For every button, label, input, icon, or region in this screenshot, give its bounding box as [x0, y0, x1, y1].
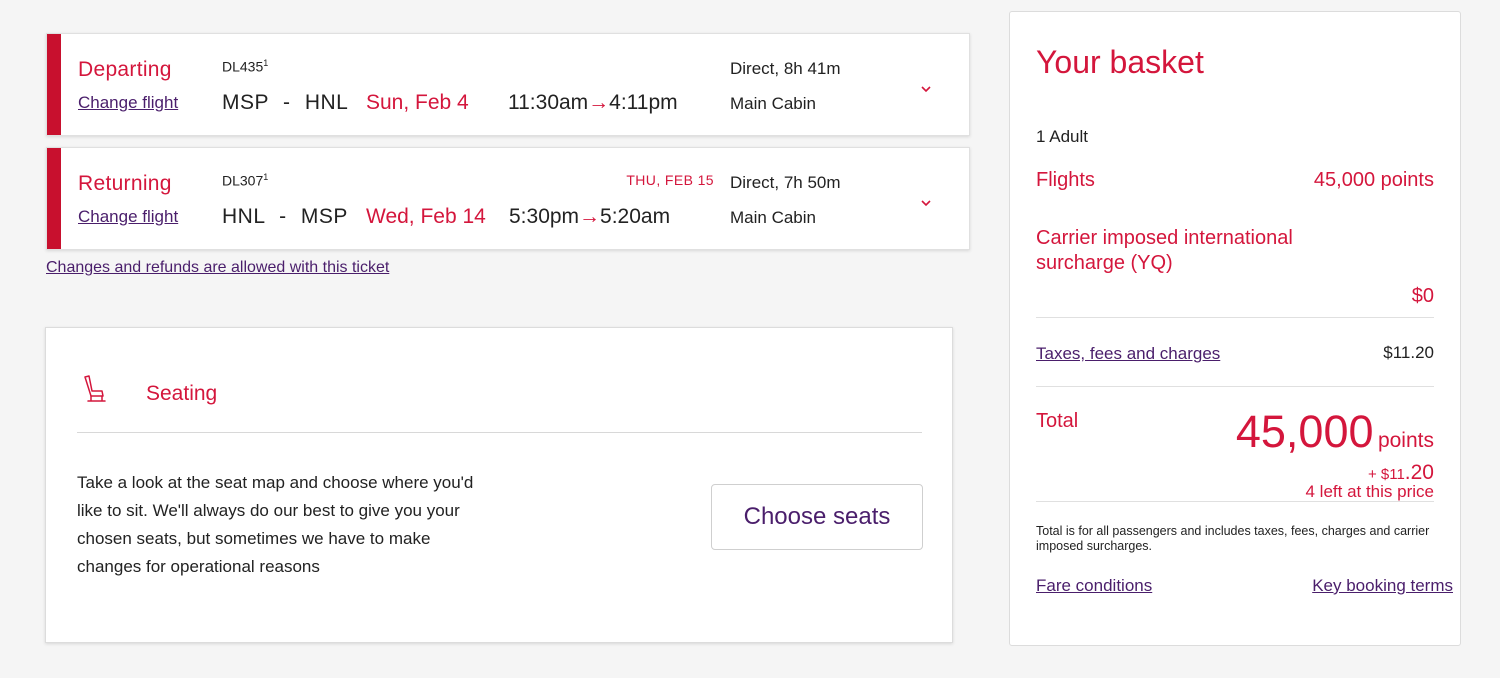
route-destination: MSP — [300, 205, 348, 228]
change-returning-flight-link[interactable]: Change flight — [78, 207, 178, 227]
surcharge-label: Carrier imposed international surcharge … — [1036, 227, 1293, 274]
plus-cash-prefix: + $11 — [1367, 466, 1405, 483]
seating-card: Seating Take a look at the seat map and … — [45, 327, 953, 643]
returning-duration: Direct, 7h 50m — [730, 173, 841, 192]
chevron-down-icon[interactable] — [920, 80, 932, 96]
departing-date: Sun, Feb 4 — [366, 91, 469, 114]
returning-arrive-date: THU, FEB 15 — [626, 172, 714, 188]
route-destination: HNL — [304, 91, 349, 114]
arrive-time: 5:20am — [600, 205, 671, 228]
fare-conditions-link[interactable]: Fare conditions — [1036, 576, 1152, 596]
route-separator: - — [279, 205, 287, 228]
total-points-number: 45,000 — [1235, 406, 1374, 457]
returning-cabin: Main Cabin — [730, 208, 816, 227]
changes-refunds-link[interactable]: Changes and refunds are allowed with thi… — [46, 259, 389, 277]
chevron-down-icon[interactable] — [920, 194, 932, 210]
surcharge-value: $0 — [1411, 285, 1434, 307]
arrow-right-icon: → — [588, 91, 610, 114]
route-origin: HNL — [222, 205, 265, 228]
taxes-fees-link[interactable]: Taxes, fees and charges — [1036, 344, 1220, 364]
basket-panel: Your basket 1 Adult Flights 45,000 point… — [1009, 11, 1461, 646]
passenger-count: 1 Adult — [1036, 127, 1088, 146]
total-points-unit: points — [1377, 429, 1434, 452]
plus-cash-cents: .20 — [1404, 461, 1434, 484]
seats-left-notice: 4 left at this price — [1305, 482, 1434, 501]
arrive-time: 4:11pm — [609, 91, 678, 114]
seating-title: Seating — [146, 382, 218, 405]
flight-number-text: DL307 — [222, 172, 264, 189]
change-departing-flight-link[interactable]: Change flight — [78, 93, 178, 113]
departing-times: 11:30am→4:11pm — [508, 91, 678, 115]
departing-flight-card: Departing Change flight DL4351 MSP - HNL… — [46, 33, 970, 136]
divider — [77, 432, 922, 433]
seating-description: Take a look at the seat map and choose w… — [77, 473, 474, 576]
total-label: Total — [1036, 410, 1079, 432]
departing-cabin: Main Cabin — [730, 94, 816, 113]
card-accent-stripe — [47, 148, 61, 249]
flights-points: 45,000 points — [1313, 169, 1434, 191]
flights-label: Flights — [1036, 169, 1095, 191]
returning-flight-number: DL3071 — [222, 172, 268, 189]
taxes-value: $11.20 — [1383, 343, 1434, 362]
depart-time: 11:30am — [508, 91, 589, 114]
divider — [1036, 317, 1434, 318]
route-origin: MSP — [222, 91, 269, 114]
flight-number-text: DL435 — [222, 58, 264, 75]
depart-time: 5:30pm — [509, 205, 580, 228]
returning-flight-card: Returning Change flight DL3071 HNL - MSP… — [46, 147, 970, 250]
departing-route: MSP - HNL — [222, 91, 348, 115]
route-separator: - — [282, 91, 291, 114]
total-points: 45,000 points — [1236, 406, 1434, 458]
choose-seats-button[interactable]: Choose seats — [711, 484, 923, 550]
departing-flight-number: DL4351 — [222, 58, 268, 75]
returning-label: Returning — [78, 172, 172, 195]
footnote-marker: 1 — [263, 172, 269, 182]
arrow-right-icon: → — [579, 205, 601, 228]
departing-label: Departing — [78, 58, 172, 81]
departing-duration: Direct, 8h 41m — [730, 59, 841, 78]
seat-icon — [82, 374, 108, 411]
card-accent-stripe — [47, 34, 61, 135]
total-note: Total is for all passengers and includes… — [1036, 524, 1430, 553]
returning-date: Wed, Feb 14 — [366, 205, 486, 228]
divider — [1036, 501, 1434, 502]
key-booking-terms-link[interactable]: Key booking terms — [1312, 576, 1453, 596]
returning-route: HNL - MSP — [222, 205, 348, 229]
footnote-marker: 1 — [263, 58, 269, 68]
divider — [1036, 386, 1434, 387]
basket-title: Your basket — [1036, 44, 1204, 80]
returning-times: 5:30pm→5:20am — [509, 205, 670, 229]
